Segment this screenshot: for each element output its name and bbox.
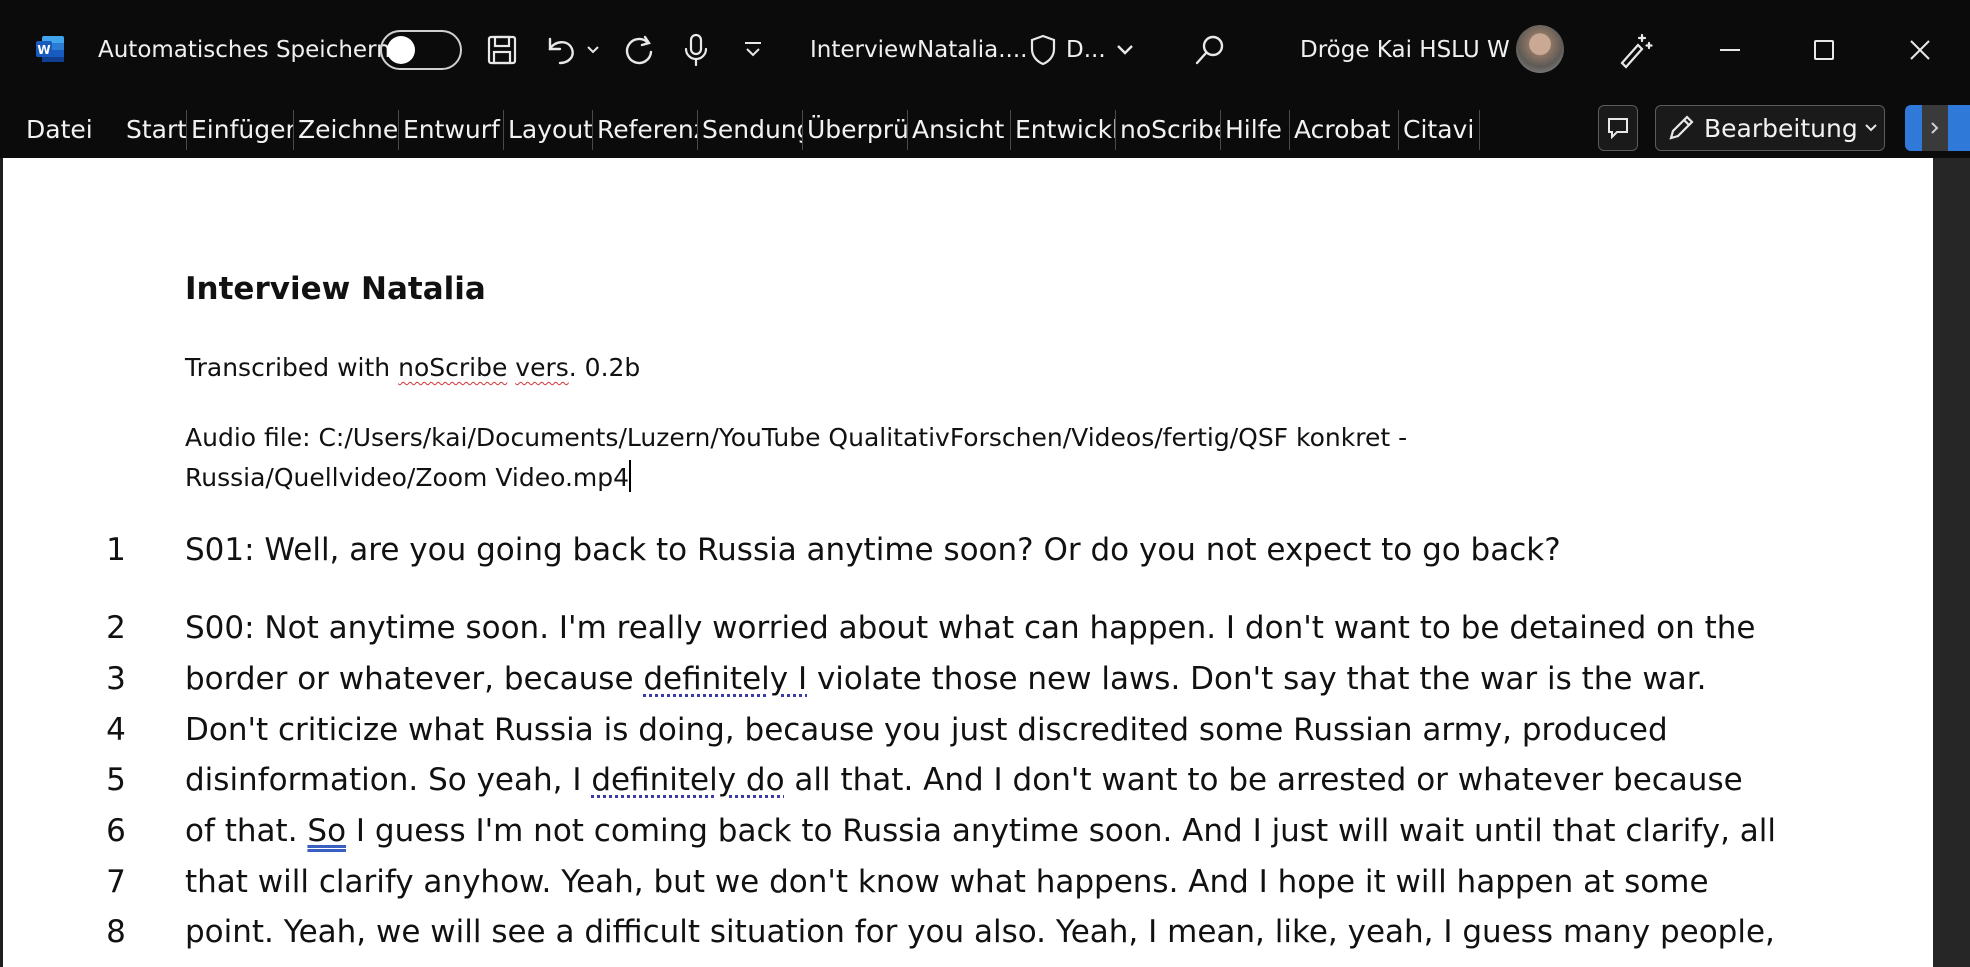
- tab-entwurf[interactable]: Entwurf: [399, 108, 503, 152]
- transcribed-line[interactable]: Transcribed with noScribe vers. 0.2b: [185, 348, 640, 388]
- vertical-scrollbar[interactable]: [1933, 158, 1970, 967]
- tab-hilfe[interactable]: Hilfe: [1221, 108, 1289, 152]
- text-cursor: [629, 460, 632, 492]
- transcript-text: I guess I'm not coming back to Russia an…: [346, 813, 1776, 849]
- comments-button[interactable]: [1598, 105, 1638, 151]
- tab-zeichnen[interactable]: Zeichnen: [294, 108, 398, 152]
- svg-text:W: W: [37, 43, 50, 57]
- search-icon[interactable]: [1190, 30, 1230, 70]
- line-number: 1: [106, 532, 126, 568]
- line-number: 7: [106, 864, 126, 900]
- tab-referenzen[interactable]: Referenzen: [593, 108, 697, 152]
- transcribed-suffix: . 0.2b: [568, 353, 641, 382]
- close-icon[interactable]: [1900, 30, 1940, 70]
- line-number: 8: [106, 914, 126, 950]
- dictate-microphone-icon[interactable]: [676, 30, 716, 70]
- tab-citavi[interactable]: Citavi: [1399, 108, 1479, 152]
- word-app-icon: W: [34, 33, 66, 65]
- autosave-toggle[interactable]: [380, 30, 462, 70]
- editing-mode-button[interactable]: Bearbeitung: [1655, 105, 1885, 151]
- line-number: 5: [106, 762, 126, 798]
- transcript-text: all that. And I don't want to be arreste…: [784, 762, 1743, 798]
- undo-icon[interactable]: [540, 30, 580, 70]
- tab-layout[interactable]: Layout: [504, 108, 592, 152]
- transcribed-prefix: Transcribed with: [185, 353, 399, 382]
- title-bar: W Automatisches Speichern InterviewNatal…: [0, 0, 1970, 100]
- transcript-line[interactable]: disinformation. So yeah, I definitely do…: [185, 762, 1743, 798]
- style-flag[interactable]: So: [307, 813, 346, 849]
- transcript-text: disinformation. So yeah, I: [185, 762, 592, 798]
- tab-acrobat[interactable]: Acrobat: [1290, 108, 1398, 152]
- maximize-icon[interactable]: [1804, 30, 1844, 70]
- chevron-right-icon: [1931, 122, 1939, 134]
- minimize-icon[interactable]: [1710, 30, 1750, 70]
- transcribed-vers: vers: [515, 353, 569, 382]
- tab-divider: [1479, 110, 1480, 150]
- line-number: 2: [106, 610, 126, 646]
- autosave-label: Automatisches Speichern: [98, 37, 391, 63]
- ribbon-tabs: Datei Start Einfügen Zeichnen Entwurf La…: [22, 108, 1480, 152]
- transcript-line[interactable]: border or whatever, because definitely I…: [185, 661, 1706, 697]
- transcript-line[interactable]: of that. So I guess I'm not coming back …: [185, 813, 1776, 849]
- transcript-line[interactable]: point. Yeah, we will see a difficult sit…: [185, 914, 1775, 950]
- transcript-text: of that.: [185, 813, 308, 849]
- tab-ansicht[interactable]: Ansicht: [908, 108, 1010, 152]
- transcript-line[interactable]: Don't criticize what Russia is doing, be…: [185, 712, 1668, 748]
- tab-einfuegen[interactable]: Einfügen: [187, 108, 293, 152]
- undo-dropdown-chevron-icon[interactable]: [584, 38, 602, 62]
- line-number: 6: [106, 813, 126, 849]
- transcript-line[interactable]: S00: Not anytime soon. I'm really worrie…: [185, 610, 1755, 646]
- chevron-down-icon[interactable]: [1112, 38, 1138, 62]
- chevron-down-icon: [1864, 124, 1877, 132]
- toggle-knob: [387, 36, 415, 64]
- line-number: 4: [106, 712, 126, 748]
- audio-file-line-1[interactable]: Audio file: C:/Users/kai/Documents/Luzer…: [185, 418, 1407, 458]
- document-page[interactable]: Interview Natalia Transcribed with noScr…: [3, 158, 1933, 967]
- tab-noscribe[interactable]: noScribe: [1116, 108, 1220, 152]
- designer-wand-icon[interactable]: [1614, 30, 1658, 70]
- comment-icon: [1608, 118, 1628, 140]
- tab-datei[interactable]: Datei: [22, 108, 122, 152]
- redo-icon[interactable]: [618, 30, 660, 70]
- user-name[interactable]: Dröge Kai HSLU W: [1300, 32, 1510, 68]
- document-heading[interactable]: Interview Natalia: [185, 271, 486, 307]
- document-title[interactable]: InterviewNatalia....: [810, 32, 1027, 68]
- transcript-line[interactable]: S01: Well, are you going back to Russia …: [185, 532, 1561, 568]
- transcript-text: border or whatever, because: [185, 661, 644, 697]
- save-icon[interactable]: [482, 30, 522, 70]
- ribbon-scroll-right-button[interactable]: [1922, 105, 1948, 151]
- tab-entwicklertools[interactable]: Entwicklertools: [1011, 108, 1115, 152]
- customize-toolbar-icon[interactable]: [738, 34, 768, 66]
- pencil-icon: [1669, 115, 1694, 140]
- audio-file-line-2[interactable]: Russia/Quellvideo/Zoom Video.mp4: [185, 458, 632, 498]
- sensitivity-label[interactable]: D...: [1066, 32, 1106, 68]
- tab-ueberpruefen[interactable]: Überprüfen: [803, 108, 907, 152]
- document-canvas: Interview Natalia Transcribed with noScr…: [0, 158, 1970, 967]
- transcript-text: violate those new laws. Don't say that t…: [807, 661, 1707, 697]
- tab-sendungen[interactable]: Sendungen: [698, 108, 802, 152]
- grammar-flag[interactable]: definitely do: [591, 762, 784, 798]
- audio-file-path-end: Russia/Quellvideo/Zoom Video.mp4: [185, 463, 630, 492]
- grammar-flag[interactable]: definitely I: [643, 661, 807, 697]
- tab-start[interactable]: Start: [122, 108, 186, 152]
- avatar[interactable]: [1516, 25, 1564, 73]
- editing-mode-label: Bearbeitung: [1704, 113, 1858, 143]
- transcript-line[interactable]: that will clarify anyhow. Yeah, but we d…: [185, 864, 1709, 900]
- transcribed-app-name: noScribe: [398, 353, 508, 382]
- line-number: 3: [106, 661, 126, 697]
- sensitivity-shield-icon[interactable]: [1026, 31, 1060, 69]
